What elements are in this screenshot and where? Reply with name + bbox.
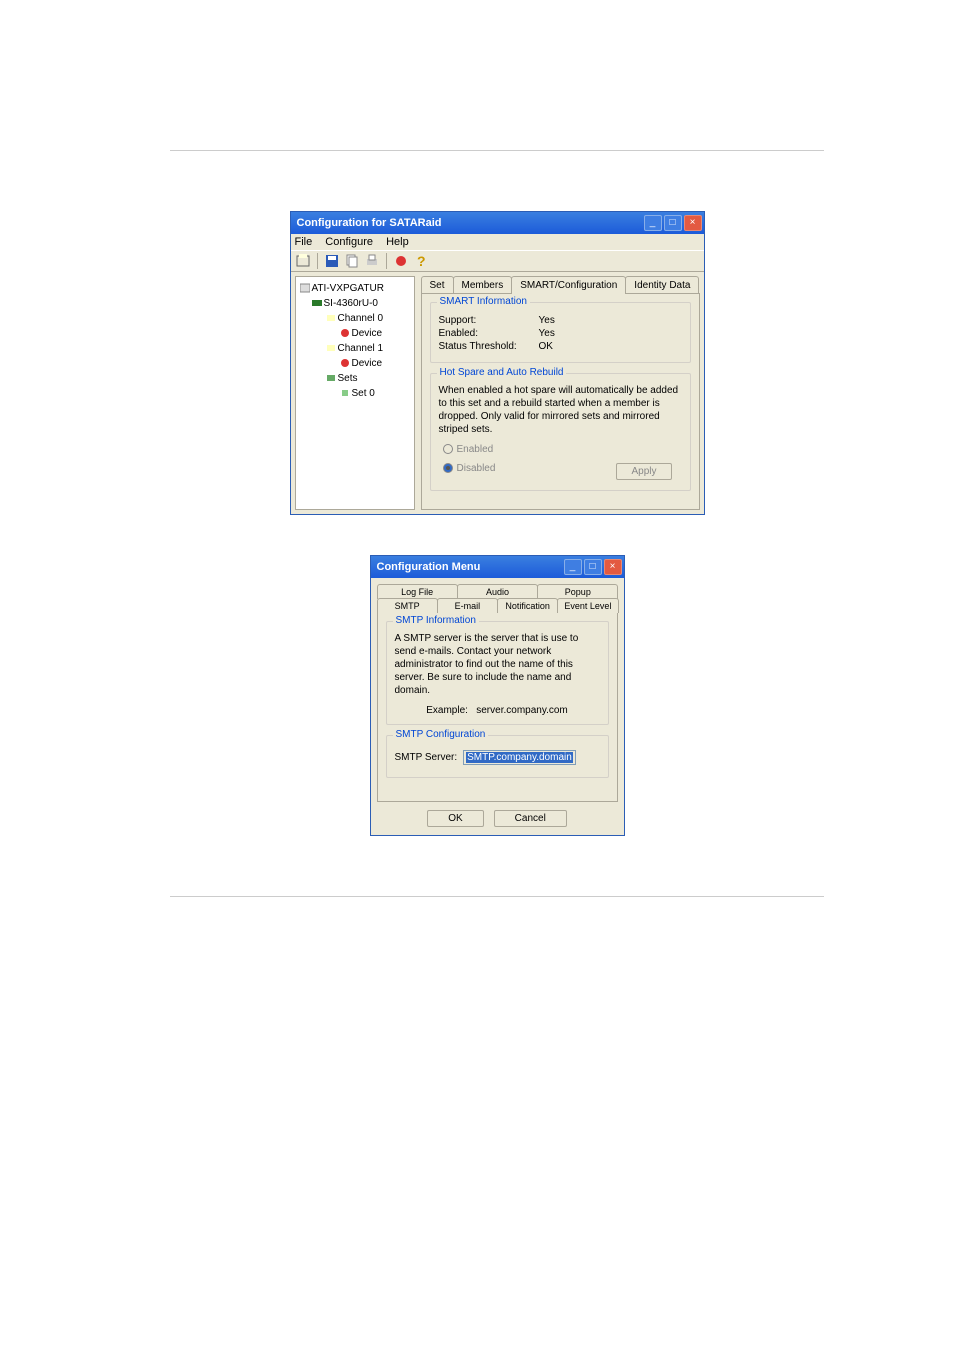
tab-smart[interactable]: SMART/Configuration [511, 276, 626, 293]
smtp-server-label: SMTP Server: [395, 752, 458, 763]
smtp-info-text: A SMTP server is the server that is use … [395, 632, 600, 697]
ok-button[interactable]: OK [427, 810, 483, 827]
tree-channel0[interactable]: Channel 0 [298, 311, 412, 326]
smtp-info-group: SMTP Information A SMTP server is the se… [386, 621, 609, 725]
tab-members[interactable]: Members [453, 276, 513, 293]
smart-info-group: SMART Information Support:Yes Enabled:Ye… [430, 302, 691, 363]
tab-identity[interactable]: Identity Data [625, 276, 699, 293]
tab-set[interactable]: Set [421, 276, 454, 293]
copy-icon[interactable] [344, 253, 360, 269]
toolbar-icon[interactable] [295, 253, 311, 269]
tree-device0[interactable]: Device [298, 326, 412, 341]
window-title: Configuration for SATARaid [297, 217, 442, 229]
enabled-value: Yes [539, 328, 555, 339]
enabled-label: Enabled: [439, 328, 539, 339]
print-icon[interactable] [364, 253, 380, 269]
device-tree[interactable]: ATI-VXPGATUR SI-4360rU-0 Channel 0 Devic… [295, 276, 415, 510]
menu-help[interactable]: Help [386, 236, 409, 248]
example-value: server.company.com [476, 705, 568, 716]
tree-channel1[interactable]: Channel 1 [298, 341, 412, 356]
help-icon[interactable]: ? [413, 253, 429, 269]
tree-device1[interactable]: Device [298, 356, 412, 371]
smtp-config-group: SMTP Configuration SMTP Server: SMTP.com… [386, 735, 609, 778]
menu-configure[interactable]: Configure [325, 236, 373, 248]
smtp-info-legend: SMTP Information [393, 615, 479, 626]
titlebar: Configuration for SATARaid _ □ × [291, 212, 704, 234]
hotspare-legend: Hot Spare and Auto Rebuild [437, 367, 567, 378]
toolbar: ? [291, 250, 704, 272]
support-value: Yes [539, 315, 555, 326]
tab-logfile[interactable]: Log File [377, 584, 458, 599]
tab-popup[interactable]: Popup [537, 584, 618, 599]
menu-file[interactable]: File [295, 236, 313, 248]
smtp-server-input[interactable]: SMTP.company.domain [463, 750, 576, 765]
smart-info-legend: SMART Information [437, 296, 530, 307]
tab-notification[interactable]: Notification [497, 598, 558, 613]
settings-icon[interactable] [393, 253, 409, 269]
tree-controller[interactable]: SI-4360rU-0 [298, 296, 412, 311]
sataraid-config-window: Configuration for SATARaid _ □ × File Co… [290, 211, 705, 515]
config-menu-window: Configuration Menu _ □ × Log File Audio … [370, 555, 625, 836]
radio-enabled[interactable] [443, 444, 453, 454]
svg-text:?: ? [417, 253, 426, 269]
hotspare-desc: When enabled a hot spare will automatica… [439, 384, 682, 436]
smtp-config-legend: SMTP Configuration [393, 729, 489, 740]
maximize-button[interactable]: □ [664, 215, 682, 231]
minimize-button[interactable]: _ [644, 215, 662, 231]
close-button[interactable]: × [684, 215, 702, 231]
tree-sets[interactable]: Sets [298, 371, 412, 386]
cancel-button[interactable]: Cancel [494, 810, 567, 827]
threshold-value: OK [539, 341, 553, 352]
apply-button[interactable]: Apply [616, 463, 671, 480]
radio-disabled[interactable] [443, 463, 453, 473]
save-icon[interactable] [324, 253, 340, 269]
tree-set0[interactable]: Set 0 [298, 386, 412, 401]
tab-email[interactable]: E-mail [437, 598, 498, 613]
menubar: File Configure Help [291, 234, 704, 250]
close-button[interactable]: × [604, 559, 622, 575]
support-label: Support: [439, 315, 539, 326]
hotspare-group: Hot Spare and Auto Rebuild When enabled … [430, 373, 691, 491]
example-label: Example: [426, 705, 468, 716]
minimize-button[interactable]: _ [564, 559, 582, 575]
threshold-label: Status Threshold: [439, 341, 539, 352]
tab-eventlevel[interactable]: Event Level [557, 598, 618, 613]
tree-root[interactable]: ATI-VXPGATUR [298, 281, 412, 296]
tab-smtp[interactable]: SMTP [377, 598, 438, 613]
titlebar: Configuration Menu _ □ × [371, 556, 624, 578]
window-title: Configuration Menu [377, 561, 481, 573]
tab-audio[interactable]: Audio [457, 584, 538, 599]
maximize-button[interactable]: □ [584, 559, 602, 575]
